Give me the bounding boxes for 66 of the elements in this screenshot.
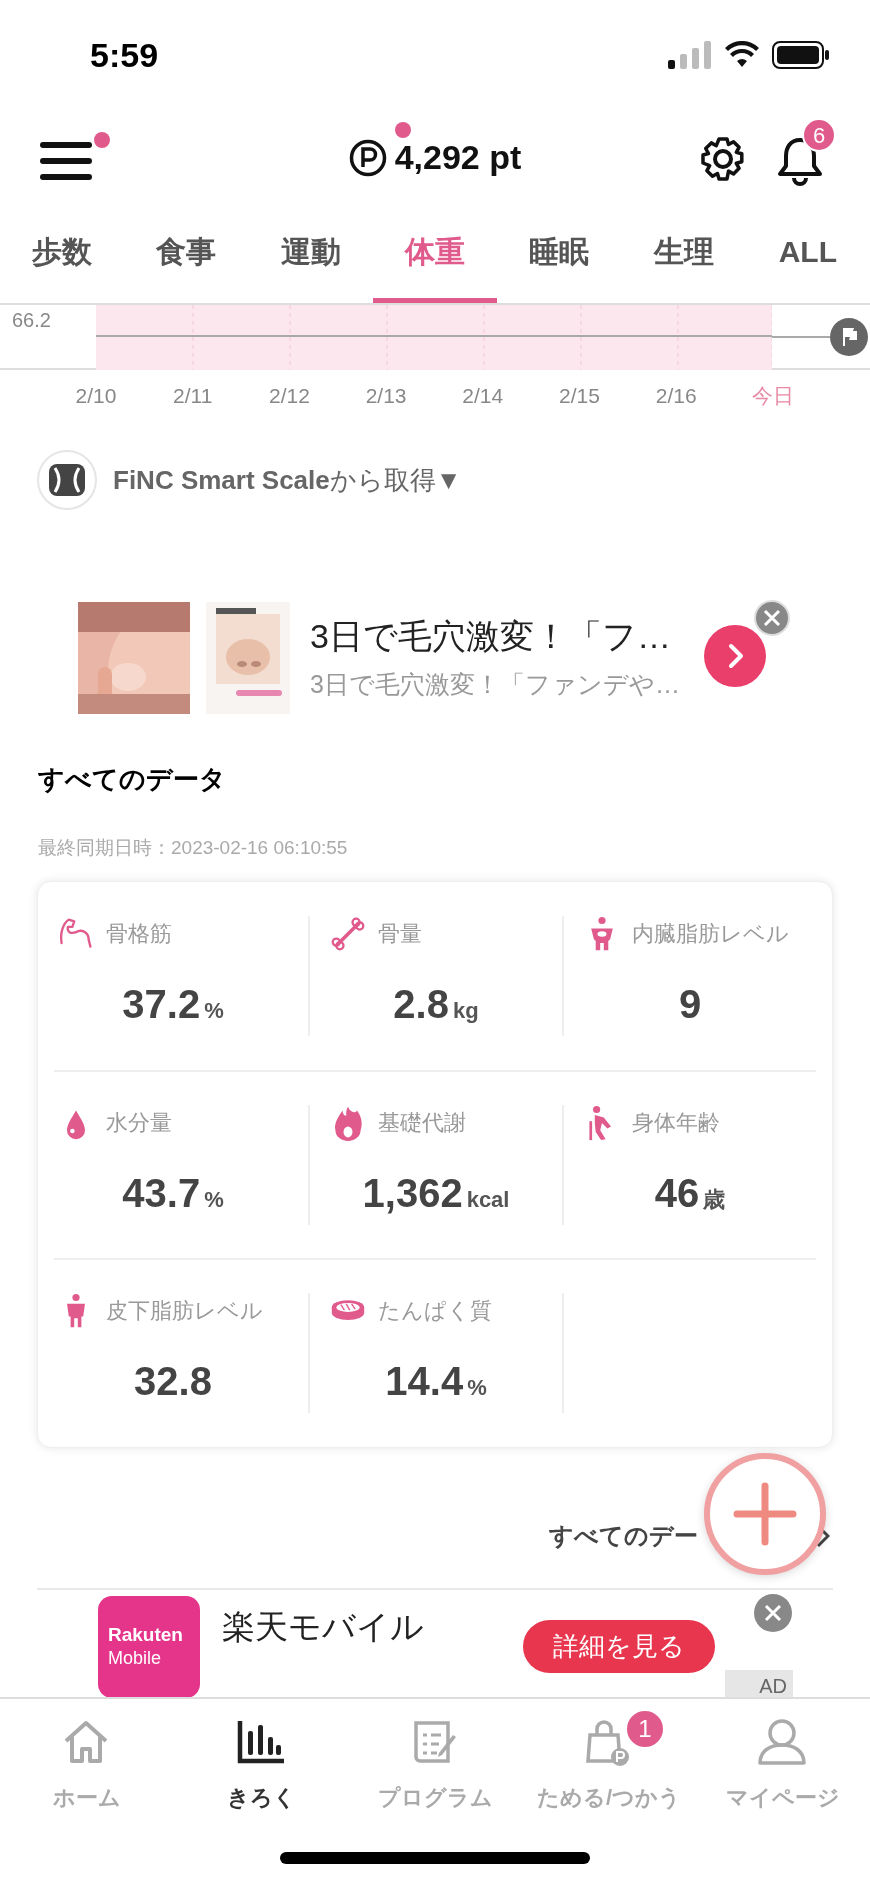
logo-text: Rakuten <box>108 1623 184 1648</box>
chart-line <box>772 335 830 339</box>
axis-label: 66.2 <box>12 308 51 333</box>
wifi-icon <box>724 41 760 69</box>
settings-icon[interactable] <box>700 136 746 182</box>
date-label: 2/12 <box>267 383 311 409</box>
data-source-selector[interactable]: FiNC Smart Scaleから取得▼ <box>113 460 462 500</box>
date-label: 2/16 <box>654 383 698 409</box>
sync-time: 最終同期日時：2023-02-16 06:10:55 <box>38 836 349 860</box>
ad-title: 楽天モバイル <box>222 1606 424 1647</box>
signal-icon <box>668 41 712 69</box>
battery-icon <box>772 41 830 69</box>
metric-value: 14.4 <box>385 1357 464 1405</box>
flag-marker-icon <box>830 318 868 356</box>
points-value: 4,292 pt <box>394 137 522 178</box>
metric-value: 9 <box>678 980 702 1028</box>
menu-icon[interactable] <box>40 140 92 182</box>
metric-value: 37.2 <box>122 980 201 1028</box>
close-icon[interactable] <box>754 1593 792 1632</box>
metric-label: 水分量 <box>106 1109 172 1137</box>
status-time: 5:59 <box>90 34 159 76</box>
category-tab[interactable]: 睡眠 <box>497 205 622 303</box>
arrow-button-icon[interactable] <box>704 625 766 687</box>
details-button[interactable]: 詳細を見る <box>523 1619 715 1673</box>
date-label: 2/14 <box>461 383 505 409</box>
metric-value: 1,362 <box>362 1169 463 1217</box>
metric-unit: % <box>467 1373 487 1402</box>
metric-unit: 歳 <box>703 1185 726 1214</box>
metric-label: 骨格筋 <box>106 920 172 948</box>
metric-value: 32.8 <box>134 1357 212 1405</box>
metric-unit: kg <box>452 996 479 1025</box>
metric-label: 内臓脂肪レベル <box>632 920 789 948</box>
metric-label: 身体年齢 <box>632 1109 720 1137</box>
metric-unit: kcal <box>466 1185 510 1214</box>
metric-label: たんぱく質 <box>378 1297 492 1325</box>
plus-icon <box>733 1481 797 1546</box>
bone-icon <box>330 915 366 952</box>
notification-badge: 6 <box>802 118 836 152</box>
metric-label: 骨量 <box>378 920 422 948</box>
ad-subtitle: 3日で毛穴激変！「ファンデや… <box>310 669 680 701</box>
metric-unit: % <box>204 1185 224 1214</box>
logo-text: Mobile <box>108 1647 163 1670</box>
metric-label: 皮下脂肪レベル <box>106 1297 263 1325</box>
metric-value: 43.7 <box>122 1169 201 1217</box>
date-label: 2/15 <box>558 383 601 409</box>
category-tab[interactable]: 食事 <box>124 205 249 303</box>
metric-unit: % <box>204 996 224 1025</box>
notification-badge: 1 <box>625 1709 665 1749</box>
nav-tab[interactable]: きろく <box>174 1699 348 1827</box>
date-label: 今日 <box>750 383 795 409</box>
metric-label: 基礎代謝 <box>378 1109 466 1137</box>
metric-value: 46 <box>654 1169 700 1217</box>
category-tab[interactable]: 歩数 <box>0 205 125 303</box>
category-tab[interactable]: 運動 <box>248 205 373 303</box>
section-title: すべてのデータ <box>38 763 227 796</box>
date-label: 2/13 <box>364 383 408 409</box>
ad-title: 3日で毛穴激変！「フ… <box>310 616 672 658</box>
all-data-link[interactable]: すべてのデー <box>549 1517 698 1554</box>
close-icon[interactable] <box>754 600 790 636</box>
metric-value: 2.8 <box>393 980 449 1028</box>
date-label: 2/11 <box>172 383 214 409</box>
scale-glyph-icon <box>49 464 85 496</box>
date-label: 2/10 <box>74 383 118 409</box>
category-tab[interactable]: ALL <box>745 205 870 303</box>
category-tab[interactable]: 生理 <box>621 205 746 303</box>
points-icon <box>348 138 387 177</box>
